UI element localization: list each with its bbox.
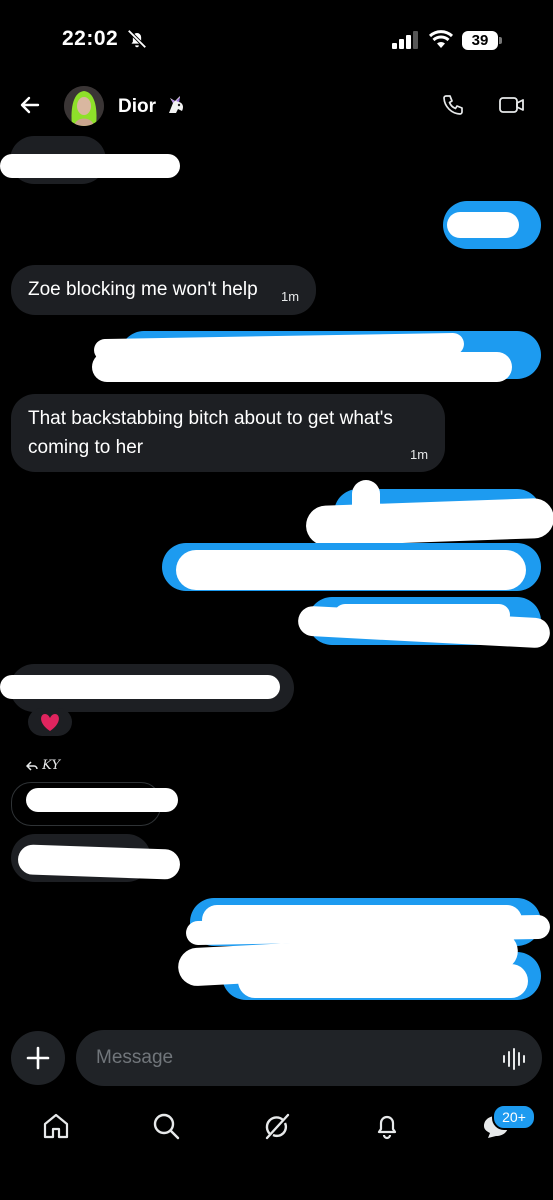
bell-icon[interactable] (371, 1110, 403, 1142)
home-icon[interactable] (40, 1110, 72, 1142)
message-timestamp: 1m (281, 289, 300, 304)
video-icon[interactable] (498, 93, 526, 117)
redaction-scribble (305, 497, 553, 547)
cellular-signal-icon (392, 31, 418, 49)
add-attachment-button[interactable] (11, 1031, 65, 1085)
message-text: That backstabbing bitch about to get wha… (28, 408, 393, 458)
redaction-scribble (0, 154, 180, 178)
battery-indicator: 39 (462, 31, 498, 50)
phone-icon[interactable] (441, 93, 465, 117)
status-time: 22:02 (62, 27, 119, 50)
unicorn-icon (169, 96, 183, 113)
search-icon[interactable] (150, 1110, 182, 1142)
redaction-scribble (0, 675, 280, 699)
redaction-scribble (447, 212, 519, 238)
reaction-badge[interactable] (28, 708, 72, 736)
redaction-scribble (334, 604, 510, 626)
message-text: Zoe blocking me won't help (28, 279, 258, 300)
reply-arrow-icon (25, 760, 38, 771)
grok-icon[interactable] (261, 1110, 293, 1142)
message-timestamp: 1m (410, 447, 429, 462)
plus-icon (26, 1046, 50, 1070)
redaction-scribble (352, 480, 380, 520)
battery-tip (499, 37, 502, 44)
reply-reference: KY (25, 758, 61, 773)
back-arrow-icon[interactable] (18, 93, 42, 117)
voice-icon[interactable] (500, 1045, 528, 1073)
redaction-scribble (17, 844, 181, 880)
wifi-icon (428, 30, 454, 48)
messages-badge: 20+ (492, 1104, 536, 1130)
message-placeholder: Message (96, 1047, 174, 1068)
redaction-scribble (26, 788, 178, 812)
heart-icon (41, 714, 59, 731)
redaction-scribble (92, 352, 512, 382)
redaction-scribble (176, 550, 526, 590)
redaction-scribble (238, 964, 528, 998)
bell-muted-icon (127, 29, 147, 49)
contact-name[interactable]: Dior (118, 96, 156, 118)
avatar[interactable] (64, 86, 104, 126)
reply-author: KY (42, 758, 61, 773)
